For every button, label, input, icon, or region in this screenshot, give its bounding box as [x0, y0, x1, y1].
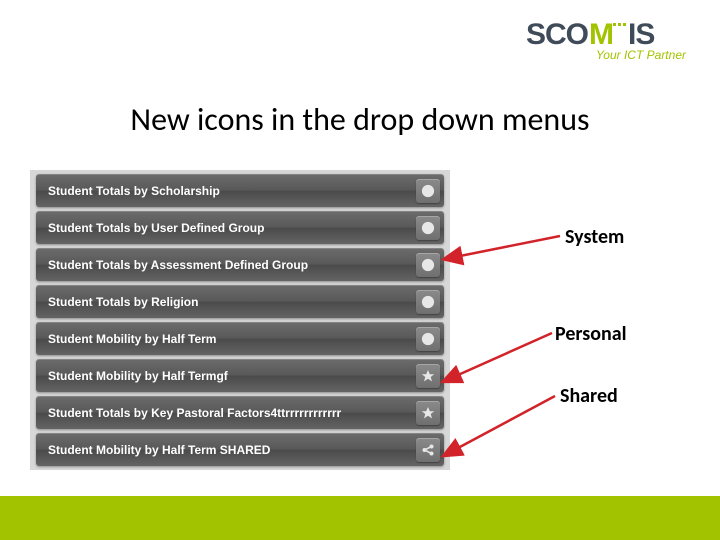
menu-item-label: Student Totals by User Defined Group: [48, 221, 264, 235]
menu-item[interactable]: Student Totals by Religion: [36, 285, 444, 318]
menu-item[interactable]: Student Totals by User Defined Group: [36, 211, 444, 244]
menu-item-label: Student Totals by Scholarship: [48, 184, 220, 198]
menu-item-label: Student Mobility by Half Termgf: [48, 369, 228, 383]
menu-item[interactable]: Student Mobility by Half Term: [36, 322, 444, 355]
menu-item-label: Student Mobility by Half Term: [48, 332, 216, 346]
slide-title: New icons in the drop down menus: [0, 100, 720, 139]
menu-item[interactable]: Student Totals by Key Pastoral Factors4t…: [36, 396, 444, 429]
menu-item-label: Student Totals by Key Pastoral Factors4t…: [48, 406, 341, 420]
menu-item-label: Student Totals by Religion: [48, 295, 198, 309]
footer-bar: [0, 496, 720, 540]
menu-item-label: Student Mobility by Half Term SHARED: [48, 443, 270, 457]
logo-text-prefix: SCO: [526, 18, 588, 52]
brand-logo: SCO M IS Your ICT Partner: [526, 18, 686, 62]
dropdown-menu: Student Totals by Scholarship Student To…: [30, 170, 450, 470]
menu-item[interactable]: Student Mobility by Half Term SHARED: [36, 433, 444, 466]
annotation-shared: Shared: [560, 384, 618, 408]
menu-item[interactable]: Student Mobility by Half Termgf: [36, 359, 444, 392]
logo-text-accent: M: [589, 18, 613, 52]
menu-item[interactable]: Student Totals by Scholarship: [36, 174, 444, 207]
system-icon: [416, 253, 440, 277]
annotation-personal: Personal: [555, 322, 627, 346]
annotation-system: System: [565, 225, 624, 249]
system-icon: [416, 290, 440, 314]
personal-icon: [416, 364, 440, 388]
logo-dots-icon: [613, 23, 626, 26]
logo-text-suffix: IS: [628, 18, 654, 52]
system-icon: [416, 179, 440, 203]
shared-icon: [416, 438, 440, 462]
system-icon: [416, 327, 440, 351]
menu-item-label: Student Totals by Assessment Defined Gro…: [48, 258, 308, 272]
system-icon: [416, 216, 440, 240]
menu-item[interactable]: Student Totals by Assessment Defined Gro…: [36, 248, 444, 281]
personal-icon: [416, 401, 440, 425]
